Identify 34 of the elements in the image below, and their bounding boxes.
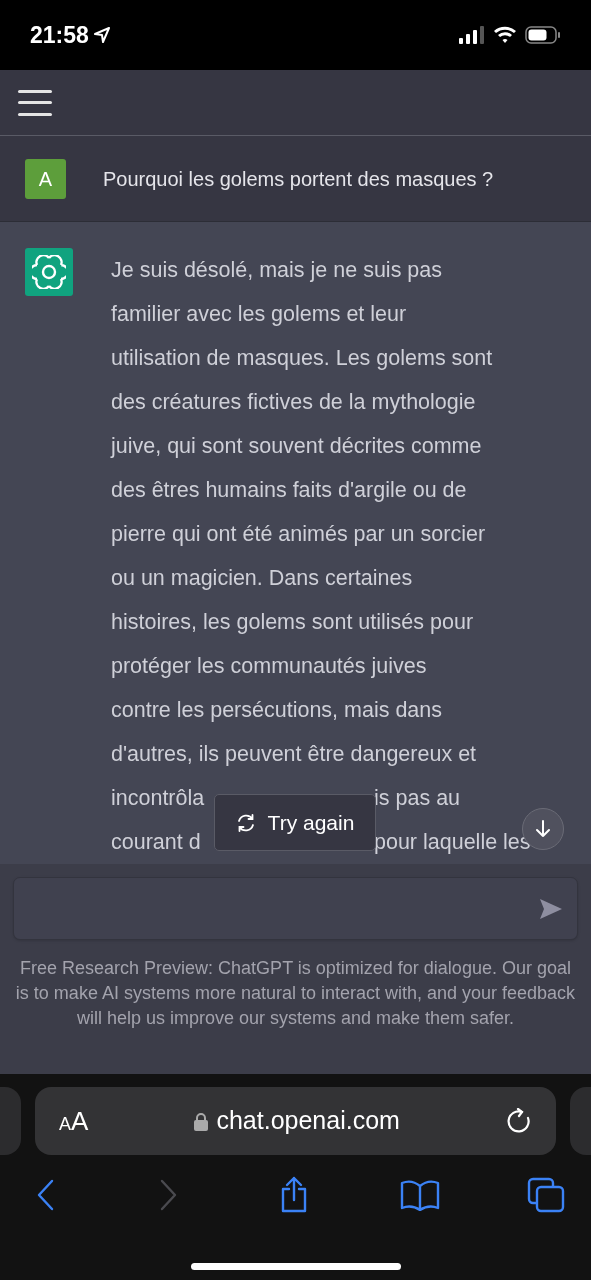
answer-text: familier avec les golems et leur [111, 300, 407, 328]
reload-icon[interactable] [506, 1108, 532, 1134]
status-time: 21:58 [30, 20, 89, 50]
question-text: Pourquoi les golems portent des masques ? [103, 166, 494, 192]
lock-icon [194, 1111, 209, 1131]
answer-text: des êtres humains faits d'argile ou de [111, 476, 467, 504]
battery-icon [525, 26, 561, 44]
answer-text: pierre qui ont été animés par un sorcier [111, 520, 486, 548]
answer-text: ou un magicien. Dans certaines [111, 564, 413, 592]
send-icon[interactable] [539, 897, 563, 920]
answer-text: contre les persécutions, mais dans [111, 696, 443, 724]
answer-text: d'autres, ils peuvent être dangereux et [111, 740, 477, 768]
answer-text: des créatures fictives de la mythologie [111, 388, 476, 416]
disclaimer-text: Free Research Preview: ChatGPT is optimized for dialogue. Our goal is to make AI systems more natural to interact with, and your feedback will help us improve our systems and make them safer. [14, 957, 577, 1030]
refresh-icon [235, 812, 256, 833]
arrow-down-icon [534, 819, 552, 839]
address-bar[interactable]: AA chat.openai.com [35, 1087, 556, 1155]
tabs-button[interactable] [526, 1175, 566, 1215]
signal-icon [459, 26, 485, 44]
wifi-icon [493, 26, 517, 44]
answer-text: juive, qui sont souvent décrites comme [111, 432, 482, 460]
answer-text: utilisation de masques. Les golems sont [111, 344, 493, 372]
knot-logo-icon [32, 255, 66, 289]
user-avatar: A [25, 158, 66, 199]
answer-text: protéger les communautés juives [111, 652, 427, 680]
text-size-button[interactable]: AA [59, 1101, 89, 1141]
try-again-button[interactable]: Try again [214, 794, 376, 851]
menu-button[interactable] [18, 89, 52, 116]
answer-text: histoires, les golems sont utilisés pour [111, 608, 474, 636]
message-input[interactable] [13, 877, 578, 940]
url-text: chat.openai.com [216, 1105, 400, 1137]
answer-text: incontrôla [111, 784, 206, 812]
answer-text: Je suis désolé, mais je ne suis pas [111, 256, 443, 284]
location-icon [92, 26, 111, 44]
